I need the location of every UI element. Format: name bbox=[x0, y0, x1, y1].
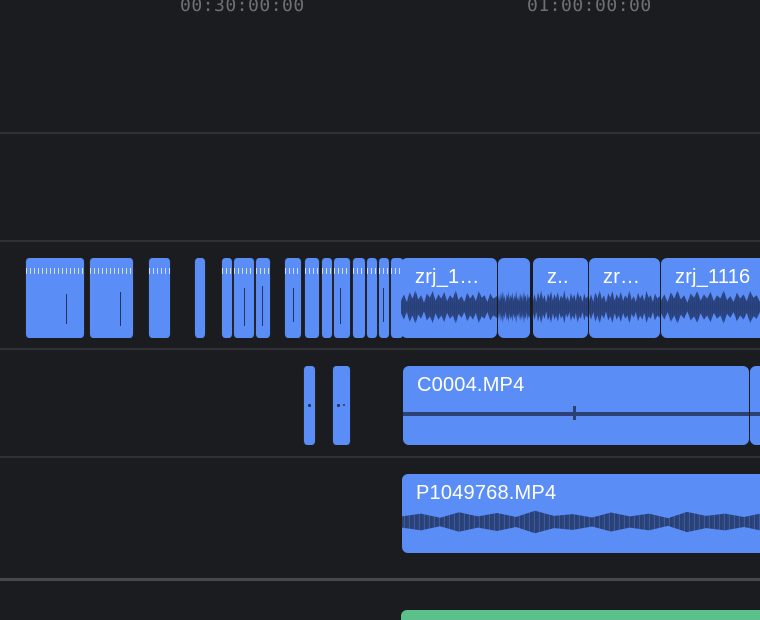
timecode-label: 00:30:00:00 bbox=[180, 0, 305, 16]
track-lane-empty[interactable] bbox=[0, 134, 760, 240]
audio-clip[interactable]: zrj_1116 bbox=[661, 258, 760, 338]
audio-clip-fragment[interactable] bbox=[148, 258, 171, 338]
audio-clip[interactable]: zrj_1… bbox=[401, 258, 497, 338]
audio-clip-fragment[interactable] bbox=[333, 258, 351, 338]
waveform bbox=[401, 290, 497, 324]
clip-name: z.. bbox=[547, 266, 569, 288]
audio-clip-fragment[interactable] bbox=[25, 258, 85, 338]
clip-name: zrj_1116 bbox=[675, 266, 751, 288]
timeline-editor: 00:30:00:00 01:00:00:00 zrj_1… z.. zr… z… bbox=[0, 0, 760, 620]
video-track[interactable] bbox=[0, 581, 760, 620]
clip-name: zr… bbox=[603, 266, 641, 288]
waveform bbox=[533, 290, 588, 324]
audio-clip-fragment[interactable] bbox=[233, 258, 255, 338]
audio-clip-fragment[interactable] bbox=[255, 258, 271, 338]
waveform bbox=[498, 290, 530, 324]
audio-clip-fragment[interactable] bbox=[321, 258, 333, 338]
audio-clip-fragment[interactable] bbox=[304, 258, 320, 338]
audio-clip-fragment[interactable] bbox=[221, 258, 233, 338]
audio-track-c[interactable]: P1049768.MP4 bbox=[0, 458, 760, 578]
audio-clip[interactable]: P1049768.MP4 bbox=[402, 474, 760, 553]
waveform bbox=[403, 406, 749, 420]
audio-clip-fragment[interactable] bbox=[352, 258, 366, 338]
audio-track-a[interactable]: zrj_1… z.. zr… zrj_1116 bbox=[0, 242, 760, 348]
clip-name: P1049768.MP4 bbox=[416, 482, 557, 504]
clip-name: C0004.MP4 bbox=[417, 374, 525, 396]
audio-clip-fragment[interactable] bbox=[332, 366, 351, 445]
waveform bbox=[661, 290, 760, 324]
waveform bbox=[589, 290, 660, 324]
audio-clip[interactable] bbox=[498, 258, 530, 338]
timecode-ruler[interactable]: 00:30:00:00 01:00:00:00 bbox=[0, 0, 760, 24]
video-clip[interactable] bbox=[401, 610, 760, 620]
audio-clip-fragment[interactable] bbox=[366, 258, 378, 338]
audio-clip-fragment[interactable] bbox=[284, 258, 302, 338]
waveform bbox=[402, 510, 760, 534]
clip-name: zrj_1… bbox=[415, 266, 480, 288]
waveform bbox=[750, 412, 760, 416]
audio-clip[interactable] bbox=[750, 366, 760, 445]
audio-track-b[interactable]: C0004.MP4 bbox=[0, 350, 760, 456]
audio-clip[interactable]: z.. bbox=[533, 258, 588, 338]
timecode-label: 01:00:00:00 bbox=[527, 0, 652, 16]
track-lane-empty[interactable] bbox=[0, 24, 760, 132]
audio-clip[interactable]: C0004.MP4 bbox=[403, 366, 749, 445]
audio-clip-fragment[interactable] bbox=[194, 258, 206, 338]
audio-clip-fragment[interactable] bbox=[303, 366, 316, 445]
audio-clip[interactable]: zr… bbox=[589, 258, 660, 338]
audio-clip-fragment[interactable] bbox=[378, 258, 390, 338]
audio-clip-fragment[interactable] bbox=[89, 258, 134, 338]
